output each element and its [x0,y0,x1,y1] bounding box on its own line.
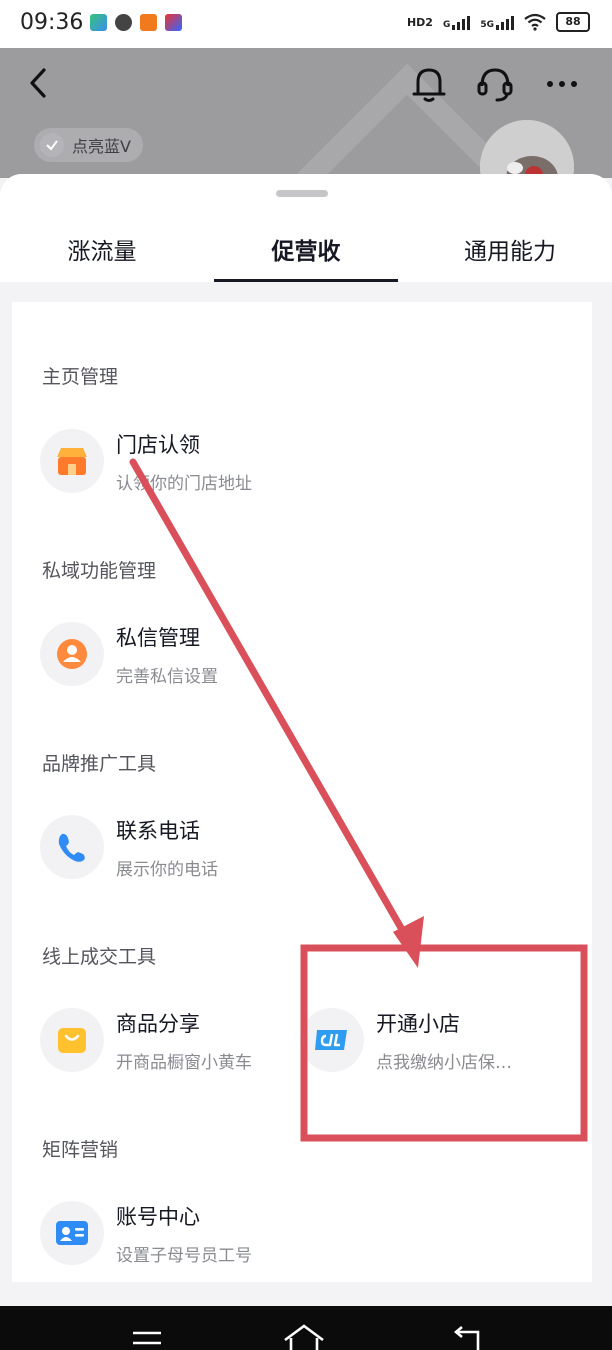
item-subtitle: 完善私信设置 [116,667,218,687]
drag-handle[interactable] [276,190,328,197]
hd-indicator: HD2 [406,15,433,29]
list-item-contact-phone[interactable]: 联系电话 展示你的电话 [40,815,300,885]
list-item-store-claim[interactable]: 门店认领 认领你的门店地址 [40,429,300,499]
item-title: 开通小店 [376,1012,460,1036]
shop-app-icon [140,14,157,31]
menu-icon[interactable] [130,1326,164,1350]
section-title-matrix: 矩阵营销 [42,1139,119,1161]
phone-icon [40,815,104,879]
tools-list-card: 主页管理 门店认领 认领你的门店地址 私域功能管理 私信管理 完善私信设置 品牌… [12,302,592,1282]
item-title: 商品分享 [116,1012,200,1036]
item-title: 私信管理 [116,626,200,650]
checkmark-icon [40,133,64,157]
item-subtitle: 展示你的电话 [116,860,218,880]
item-subtitle: 认领你的门店地址 [116,474,252,494]
system-navigation-bar [0,1306,612,1350]
item-subtitle: 点我缴纳小店保… [376,1053,512,1073]
section-title-brand: 品牌推广工具 [42,753,157,775]
message-user-icon [40,622,104,686]
tools-bottom-sheet: 涨流量 促营收 通用能力 主页管理 门店认领 认领你的门店地址 私域功能管理 私… [0,174,612,1306]
verify-badge-button[interactable]: 点亮蓝V [34,128,143,162]
avatar[interactable] [480,120,574,178]
section-title-private-domain: 私域功能管理 [42,560,157,582]
tab-revenue[interactable]: 促营收 [204,214,408,282]
more-options-icon[interactable] [544,70,580,98]
store-icon [40,429,104,493]
wifi-icon [524,13,546,31]
sheet-header: 涨流量 促营收 通用能力 [0,174,612,282]
verify-badge-label: 点亮蓝V [72,137,131,156]
notification-icons [90,14,182,31]
item-subtitle: 开商品橱窗小黄车 [116,1053,252,1073]
item-title: 门店认领 [116,433,200,457]
section-title-homepage: 主页管理 [42,366,119,388]
status-bar: 09:36 HD2 G 5G 88 [0,0,612,48]
game-app-icon [165,14,182,31]
battery-indicator: 88 [556,12,590,32]
list-item-product-share[interactable]: 商品分享 开商品橱窗小黄车 [40,1008,300,1078]
item-subtitle: 设置子母号员工号 [116,1246,252,1266]
home-icon[interactable] [282,1322,326,1350]
tab-traffic[interactable]: 涨流量 [0,214,204,282]
tab-general[interactable]: 通用能力 [408,214,612,282]
signal-2-icon: 5G [480,14,514,30]
list-item-open-shop[interactable]: 开通小店 点我缴纳小店保… [300,1008,560,1078]
back-nav-icon[interactable] [448,1324,484,1350]
chat-app-icon [115,14,132,31]
customer-service-icon[interactable] [475,64,515,104]
section-title-online-trade: 线上成交工具 [42,946,157,968]
iqiyi-app-icon [90,14,107,31]
back-arrow-icon[interactable] [24,66,54,100]
bell-icon[interactable] [410,64,448,104]
status-indicators: HD2 G 5G 88 [407,12,590,32]
signal-1-icon: G [443,14,471,30]
profile-header: 点亮蓝V [0,48,612,178]
shopping-bag-icon [40,1008,104,1072]
tab-bar: 涨流量 促营收 通用能力 [0,214,612,282]
list-item-account-center[interactable]: 账号中心 设置子母号员工号 [40,1201,300,1271]
id-card-icon [40,1201,104,1265]
item-title: 账号中心 [116,1205,200,1229]
status-time: 09:36 [20,10,84,35]
store-logo-icon [300,1008,364,1072]
list-item-private-message[interactable]: 私信管理 完善私信设置 [40,622,300,692]
item-title: 联系电话 [116,819,200,843]
